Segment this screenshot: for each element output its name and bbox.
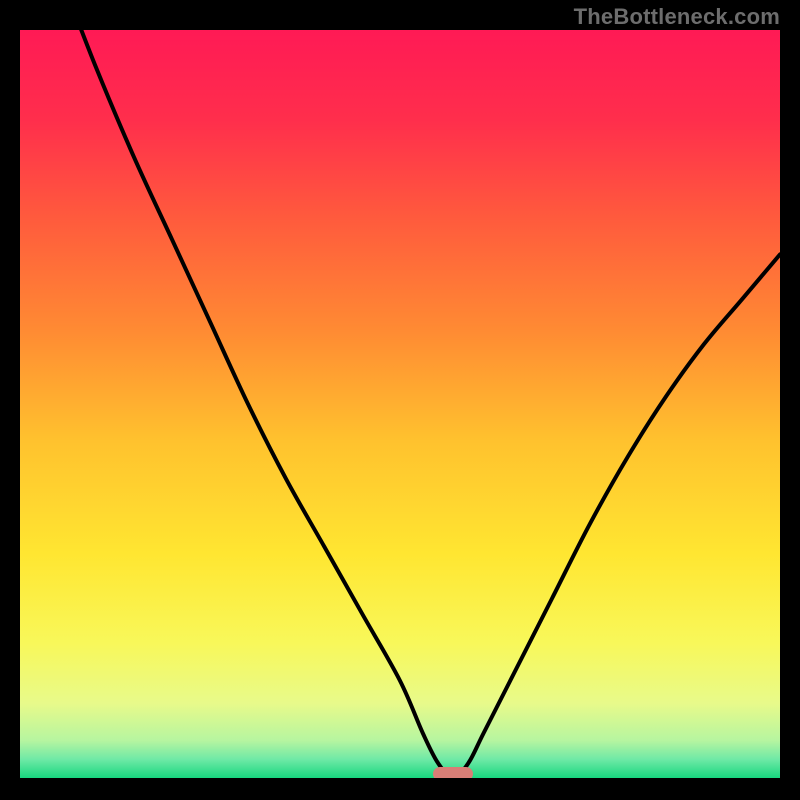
minimum-marker — [433, 767, 473, 778]
bottleneck-curve — [20, 30, 780, 778]
watermark-text: TheBottleneck.com — [574, 4, 780, 30]
stage: TheBottleneck.com — [0, 0, 800, 800]
bottleneck-chart — [20, 30, 780, 778]
